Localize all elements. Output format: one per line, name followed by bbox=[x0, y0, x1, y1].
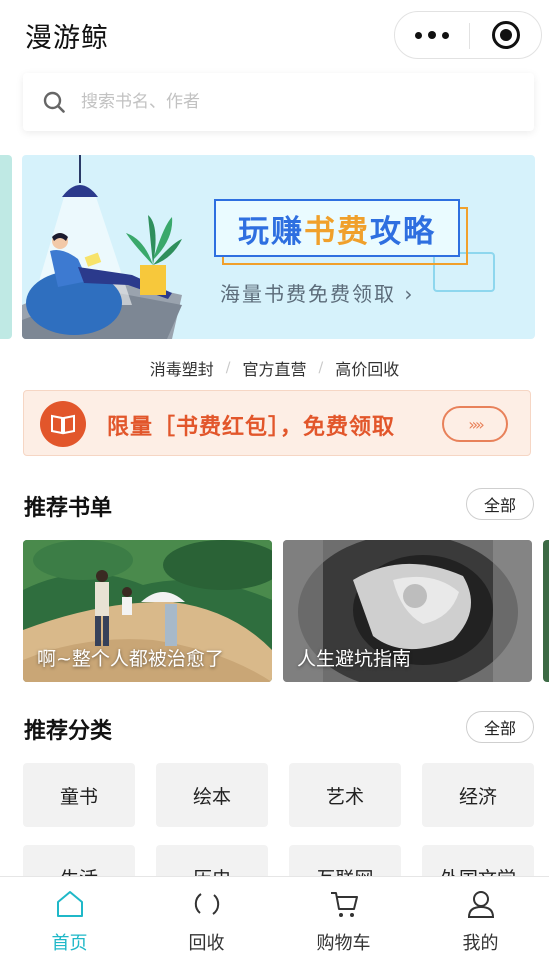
app-title: 漫游鲸 bbox=[25, 23, 109, 54]
user-icon bbox=[467, 891, 495, 918]
banner-prev-slide[interactable] bbox=[0, 155, 12, 339]
booklist-card-peek[interactable] bbox=[543, 540, 549, 682]
category-item[interactable]: 艺术 bbox=[289, 763, 401, 827]
booklist-card[interactable]: 啊~整个人都被治愈了 bbox=[23, 540, 272, 682]
category-item[interactable]: 绘本 bbox=[156, 763, 268, 827]
target-icon[interactable] bbox=[492, 21, 520, 49]
search-input[interactable] bbox=[81, 87, 481, 117]
categories-title: 推荐分类 bbox=[24, 719, 113, 744]
booklist-caption: 啊~整个人都被治愈了 bbox=[37, 648, 224, 670]
tab-cart[interactable]: 购物车 bbox=[275, 877, 412, 960]
tag-separator: / bbox=[225, 360, 231, 376]
promo-banner[interactable]: 玩赚 书费 攻略 海量书费免费领取 › bbox=[22, 155, 535, 339]
tab-home[interactable]: 首页 bbox=[1, 877, 138, 960]
service-tags: 消毒塑封 / 官方直营 / 高价回收 bbox=[0, 356, 549, 380]
red-packet-promo[interactable]: 限量［书费红包］，免费领取 »» bbox=[23, 390, 531, 456]
categories-all-button[interactable]: 全部 bbox=[466, 711, 534, 743]
promo-go-button[interactable]: »» bbox=[442, 406, 508, 442]
tag-separator: / bbox=[318, 360, 324, 376]
search-icon bbox=[43, 91, 65, 113]
booklist-caption: 人生避坑指南 bbox=[297, 648, 412, 670]
banner-title: 玩赚 书费 攻略 bbox=[214, 199, 460, 257]
bottom-tab-bar: 首页 回收 购物车 我的 bbox=[0, 876, 549, 960]
tag-official: 官方直营 bbox=[242, 360, 307, 379]
home-icon bbox=[57, 891, 83, 917]
tab-label: 回收 bbox=[188, 933, 225, 954]
booklists-title: 推荐书单 bbox=[24, 496, 113, 521]
capsule-divider bbox=[469, 23, 470, 49]
cart-icon bbox=[331, 892, 358, 917]
recycle-icon bbox=[194, 893, 220, 915]
promo-text: 限量［书费红包］，免费领取 bbox=[107, 415, 396, 440]
booklist-card[interactable]: 人生避坑指南 bbox=[283, 540, 532, 682]
category-item[interactable]: 童书 bbox=[23, 763, 135, 827]
mini-program-capsule bbox=[394, 11, 542, 59]
top-bar: 漫游鲸 bbox=[0, 0, 549, 70]
tag-disinfect: 消毒塑封 bbox=[149, 360, 214, 379]
booklists-all-button[interactable]: 全部 bbox=[466, 488, 534, 520]
tab-mine[interactable]: 我的 bbox=[412, 877, 549, 960]
category-item[interactable]: 经济 bbox=[422, 763, 534, 827]
tab-label: 首页 bbox=[51, 933, 88, 954]
search-bar[interactable] bbox=[23, 73, 534, 131]
book-icon bbox=[40, 401, 86, 447]
tab-label: 购物车 bbox=[316, 933, 371, 954]
banner-subtitle: 海量书费免费领取 › bbox=[220, 282, 415, 306]
tab-label: 我的 bbox=[462, 933, 499, 954]
tag-recycle: 高价回收 bbox=[335, 360, 400, 379]
more-dots-icon[interactable] bbox=[395, 12, 468, 58]
tab-recycle[interactable]: 回收 bbox=[138, 877, 275, 960]
